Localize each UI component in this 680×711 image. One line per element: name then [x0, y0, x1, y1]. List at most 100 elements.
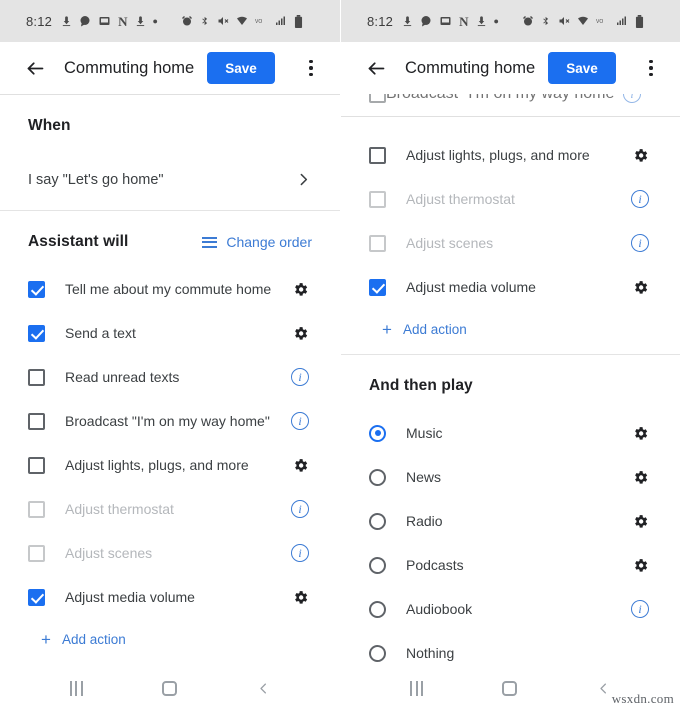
play-option-radio[interactable]	[369, 556, 386, 574]
gear-icon[interactable]	[288, 325, 312, 342]
play-option-row[interactable]: Audiobook i	[341, 587, 680, 631]
play-option-radio[interactable]	[369, 644, 386, 662]
gear-icon[interactable]	[628, 557, 652, 574]
action-row[interactable]: Adjust thermostat i	[341, 177, 680, 221]
action-row[interactable]: Tell me about my commute home	[0, 267, 340, 311]
back-arrow-icon[interactable]	[363, 55, 389, 81]
action-checkbox[interactable]	[28, 456, 45, 474]
info-icon[interactable]: i	[288, 368, 312, 386]
play-option-row[interactable]: Music	[341, 411, 680, 455]
gear-icon[interactable]	[628, 469, 652, 486]
assistant-heading: Assistant will	[28, 233, 129, 250]
action-row[interactable]: Adjust media volume	[341, 265, 680, 309]
nav-back-icon[interactable]	[256, 681, 271, 696]
play-option-radio[interactable]	[369, 468, 386, 486]
play-option-label: News	[406, 469, 442, 485]
netflix-n-icon: N	[118, 13, 128, 29]
vo-lte-icon: VO	[255, 16, 268, 26]
action-checkbox[interactable]	[28, 412, 45, 430]
action-row[interactable]: Adjust lights, plugs, and more	[341, 133, 680, 177]
play-option-radio[interactable]	[369, 512, 386, 530]
clipped-action-row[interactable]: Broadcast "I'm on my way home" i	[341, 94, 680, 116]
action-row[interactable]: Adjust thermostat i	[0, 487, 340, 531]
info-icon[interactable]: i	[288, 500, 312, 518]
action-label: Adjust media volume	[65, 589, 195, 605]
gear-icon[interactable]	[628, 147, 652, 164]
nav-bar-left	[0, 665, 340, 711]
back-arrow-icon[interactable]	[22, 55, 48, 81]
gear-icon[interactable]	[288, 589, 312, 606]
action-label: Adjust media volume	[406, 279, 536, 295]
action-checkbox[interactable]	[369, 234, 386, 252]
action-checkbox[interactable]	[28, 368, 45, 386]
overflow-menu-icon[interactable]	[298, 55, 324, 81]
action-label: Broadcast "I'm on my way home"	[65, 413, 270, 429]
app-bar-left: Commuting home Save	[0, 42, 340, 94]
action-row[interactable]: Send a text	[0, 311, 340, 355]
assistant-actions-list: Tell me about my commute home Send a text…	[0, 251, 340, 619]
action-checkbox[interactable]	[369, 190, 386, 208]
play-option-label: Audiobook	[406, 601, 473, 617]
action-row[interactable]: Adjust lights, plugs, and more	[0, 443, 340, 487]
play-option-row[interactable]: Podcasts	[341, 543, 680, 587]
play-option-radio[interactable]	[369, 424, 386, 442]
status-bar-right: 8:12 N ● VO	[341, 0, 680, 42]
action-checkbox[interactable]	[369, 278, 386, 296]
plus-icon: +	[382, 320, 392, 339]
info-icon[interactable]: i	[620, 94, 644, 103]
info-icon[interactable]: i	[628, 190, 652, 208]
plus-icon: +	[41, 630, 51, 649]
reorder-icon	[202, 236, 218, 248]
action-checkbox[interactable]	[28, 280, 45, 298]
download-icon	[402, 15, 413, 27]
action-row[interactable]: Adjust media volume	[0, 575, 340, 619]
gear-icon[interactable]	[288, 281, 312, 298]
action-label: Adjust lights, plugs, and more	[65, 457, 249, 473]
right-content: Broadcast "I'm on my way home" i Adjust …	[341, 94, 680, 675]
add-action-label: Add action	[402, 322, 467, 337]
home-icon[interactable]	[501, 680, 517, 696]
action-row[interactable]: Read unread texts i	[0, 355, 340, 399]
left-screen: 8:12 N ● VO Commuting home Save When I s…	[0, 0, 340, 711]
change-order-button[interactable]: Change order	[202, 234, 312, 250]
action-checkbox[interactable]	[28, 544, 45, 562]
overflow-menu-icon[interactable]	[638, 55, 664, 81]
gear-icon[interactable]	[628, 513, 652, 530]
recent-apps-icon[interactable]	[69, 680, 83, 696]
nav-back-icon[interactable]	[596, 681, 611, 696]
info-icon[interactable]: i	[628, 600, 652, 618]
battery-icon	[294, 14, 303, 28]
add-action-button-left[interactable]: + Add action	[0, 619, 340, 664]
info-icon[interactable]: i	[288, 412, 312, 430]
vo-lte-icon: VO	[596, 16, 609, 26]
action-checkbox[interactable]	[28, 588, 45, 606]
signal-icon	[275, 15, 287, 27]
action-label: Tell me about my commute home	[65, 281, 272, 297]
action-checkbox[interactable]	[28, 500, 45, 518]
action-row[interactable]: Adjust scenes i	[341, 221, 680, 265]
gear-icon[interactable]	[628, 279, 652, 296]
play-option-row[interactable]: Radio	[341, 499, 680, 543]
action-checkbox[interactable]	[369, 146, 386, 164]
wifi-icon	[577, 15, 589, 27]
gear-icon[interactable]	[288, 457, 312, 474]
home-icon[interactable]	[161, 680, 177, 696]
when-trigger-row[interactable]: I say "Let's go home"	[0, 135, 340, 210]
clipped-action-label: Broadcast "I'm on my way home"	[386, 94, 620, 103]
recent-apps-icon[interactable]	[410, 680, 424, 696]
info-icon[interactable]: i	[628, 234, 652, 252]
play-option-label: Radio	[406, 513, 443, 529]
download-icon	[61, 15, 72, 27]
action-checkbox[interactable]	[369, 94, 386, 103]
gear-icon[interactable]	[628, 425, 652, 442]
save-button[interactable]: Save	[207, 52, 275, 84]
action-row[interactable]: Broadcast "I'm on my way home" i	[0, 399, 340, 443]
action-row[interactable]: Adjust scenes i	[0, 531, 340, 575]
add-action-button-right[interactable]: + Add action	[341, 309, 680, 354]
save-button[interactable]: Save	[548, 52, 616, 84]
info-icon[interactable]: i	[288, 544, 312, 562]
play-section-header: And then play	[341, 355, 680, 395]
play-option-radio[interactable]	[369, 600, 386, 618]
play-option-row[interactable]: News	[341, 455, 680, 499]
action-checkbox[interactable]	[28, 324, 45, 342]
